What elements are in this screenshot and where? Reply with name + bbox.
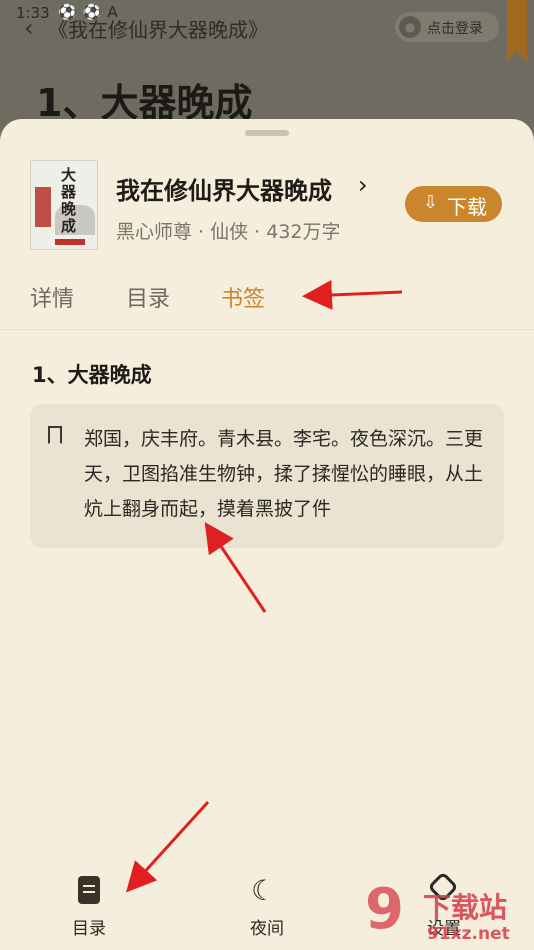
login-label: 点击登录 — [427, 21, 483, 37]
watermark-mark: 9 — [365, 877, 404, 942]
book-meta: 黑心师尊 · 仙侠 · 432万字 — [116, 221, 341, 243]
bottom-nav-toc[interactable]: 目录 — [49, 862, 129, 939]
cover-title: 大 器 晚 成 — [61, 166, 77, 235]
bookmark-card[interactable]: 郑国，庆丰府。青木县。李宅。夜色深沉。三更天，卫图掐准生物钟，揉了揉惺忪的睡眼，… — [30, 404, 504, 548]
login-button[interactable]: ● 点击登录 — [395, 12, 499, 42]
tab-toc[interactable]: 目录 — [126, 281, 170, 313]
reader-book-title: 《我在修仙界大器晚成》 — [48, 18, 268, 42]
watermark-text: 下载站 — [423, 891, 508, 924]
toc-icon — [78, 876, 100, 904]
tab-divider — [0, 329, 534, 330]
watermark-url: 91xz.net — [427, 924, 510, 944]
bottom-nav-label: 目录 — [72, 919, 106, 939]
book-title[interactable]: 我在修仙界大器晚成 — [116, 171, 332, 206]
bookmark-icon — [48, 426, 62, 444]
bookmark-text: 郑国，庆丰府。青木县。李宅。夜色深沉。三更天，卫图掐准生物钟，揉了揉惺忪的睡眼，… — [84, 428, 484, 520]
cover-decoration — [35, 187, 51, 227]
cover-decoration — [55, 239, 85, 245]
back-arrow-icon[interactable]: ‹ — [24, 14, 34, 42]
download-label: 下载 — [447, 195, 487, 219]
download-button[interactable]: ⇩ 下载 — [405, 186, 502, 222]
tab-bookmarks[interactable]: 书签 — [221, 281, 265, 313]
book-detail-sheet: 大 器 晚 成 我在修仙界大器晚成 › 黑心师尊 · 仙侠 · 432万字 ⇩ … — [0, 119, 534, 950]
bottom-nav-night[interactable]: ☾ 夜间 — [227, 862, 307, 939]
bottom-nav-label: 夜间 — [250, 919, 284, 939]
moon-icon: ☾ — [251, 874, 277, 907]
bookmark-chapter-title: 1、大器晚成 — [32, 363, 152, 387]
bookmark-ribbon-icon — [507, 0, 527, 62]
site-watermark: 9 下载站 91xz.net — [365, 880, 534, 950]
tab-details[interactable]: 详情 — [30, 281, 74, 313]
user-icon: ● — [399, 16, 421, 38]
drag-handle[interactable] — [245, 130, 289, 136]
book-cover[interactable]: 大 器 晚 成 — [30, 160, 98, 250]
download-icon: ⇩ — [423, 192, 439, 213]
chevron-right-icon[interactable]: › — [358, 171, 368, 199]
